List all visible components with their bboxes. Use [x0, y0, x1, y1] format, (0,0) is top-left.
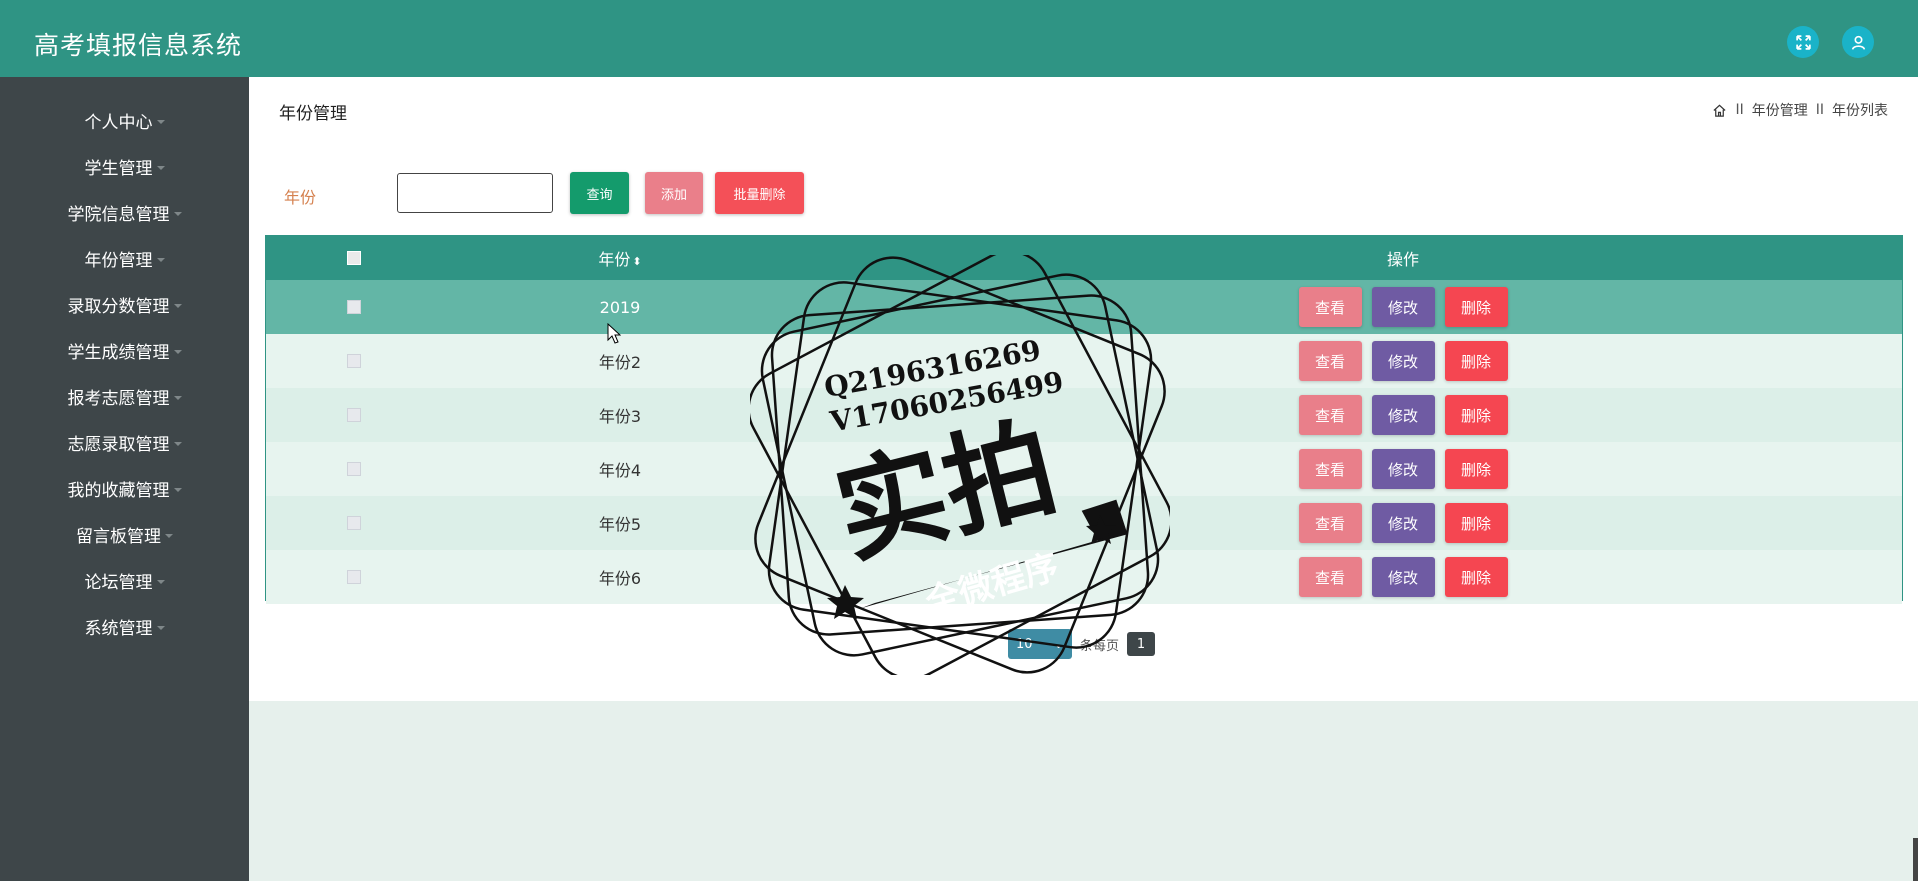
row-checkbox[interactable] [347, 408, 361, 422]
year-table: 年份 ⬍ 操作 2019 查看 修改 删除 年份2 查看 修改 删除 年份3 查… [265, 235, 1903, 604]
batch-delete-button[interactable]: 批量删除 [715, 172, 804, 214]
home-icon[interactable] [1712, 103, 1727, 118]
delete-button[interactable]: 删除 [1444, 341, 1508, 381]
page-title: 年份管理 [279, 104, 347, 124]
page-number-current[interactable]: 1 [1127, 632, 1156, 656]
user-icon [1851, 35, 1865, 50]
sidebar-item-personal-center[interactable]: 个人中心 [0, 97, 249, 143]
row-checkbox[interactable] [347, 516, 361, 530]
breadcrumb-separator: II [1815, 102, 1824, 118]
scrollbar-thumb[interactable] [1913, 838, 1918, 881]
table-row[interactable]: 年份3 查看 修改 删除 [266, 388, 1902, 442]
year-cell: 2019 [599, 297, 641, 317]
breadcrumb: II 年份管理 II 年份列表 [1712, 100, 1888, 120]
year-search-input[interactable] [397, 173, 553, 213]
chevron-down-icon: ⌄ [1053, 636, 1064, 652]
sort-icon[interactable]: ⬍ [632, 255, 641, 268]
table-row[interactable]: 2019 查看 修改 删除 [266, 280, 1902, 334]
delete-button[interactable]: 删除 [1444, 395, 1508, 435]
breadcrumb-item-year-management[interactable]: 年份管理 [1752, 100, 1808, 120]
caret-down-icon [173, 350, 182, 354]
sidebar-item-admission[interactable]: 志愿录取管理 [0, 419, 249, 465]
caret-down-icon [173, 488, 182, 492]
top-bar: 高考填报信息系统 [0, 0, 1918, 77]
caret-down-icon [173, 396, 182, 400]
select-all-checkbox[interactable] [347, 251, 361, 265]
sidebar: 个人中心 学生管理 学院信息管理 年份管理 录取分数管理 学生成绩管理 报考志愿… [0, 77, 249, 881]
pagination: 10 ⌄ 条每页 1 [1008, 629, 1156, 659]
view-button[interactable]: 查看 [1298, 287, 1362, 327]
caret-down-icon [156, 580, 165, 584]
row-checkbox[interactable] [347, 570, 361, 584]
table-header: 年份 ⬍ 操作 [266, 236, 1902, 280]
year-cell: 年份3 [598, 407, 642, 426]
column-header-year[interactable]: 年份 ⬍ [520, 246, 720, 270]
sidebar-item-student-score[interactable]: 学生成绩管理 [0, 327, 249, 373]
edit-button[interactable]: 修改 [1371, 503, 1435, 543]
sidebar-item-year[interactable]: 年份管理 [0, 235, 249, 281]
sidebar-item-message-board[interactable]: 留言板管理 [0, 511, 249, 557]
edit-button[interactable]: 修改 [1371, 395, 1435, 435]
breadcrumb-separator: II [1735, 102, 1744, 118]
edit-button[interactable]: 修改 [1371, 449, 1435, 489]
year-cell: 年份6 [598, 569, 642, 588]
caret-down-icon [173, 212, 182, 216]
column-header-actions: 操作 [1386, 250, 1419, 269]
fullscreen-button[interactable] [1787, 26, 1819, 58]
view-button[interactable]: 查看 [1298, 557, 1362, 597]
delete-button[interactable]: 删除 [1444, 503, 1508, 543]
delete-button[interactable]: 删除 [1444, 287, 1508, 327]
table-row[interactable]: 年份4 查看 修改 删除 [266, 442, 1902, 496]
edit-button[interactable]: 修改 [1371, 557, 1435, 597]
sidebar-item-system[interactable]: 系统管理 [0, 603, 249, 649]
breadcrumb-item-year-list: 年份列表 [1832, 103, 1888, 119]
user-button[interactable] [1842, 26, 1874, 58]
query-button[interactable]: 查询 [570, 172, 629, 214]
delete-button[interactable]: 删除 [1444, 557, 1508, 597]
row-checkbox[interactable] [347, 300, 361, 314]
table-row[interactable]: 年份6 查看 修改 删除 [266, 550, 1902, 604]
add-button[interactable]: 添加 [645, 172, 703, 214]
table-row[interactable]: 年份2 查看 修改 删除 [266, 334, 1902, 388]
edit-button[interactable]: 修改 [1371, 287, 1435, 327]
row-checkbox[interactable] [347, 462, 361, 476]
sidebar-item-forum[interactable]: 论坛管理 [0, 557, 249, 603]
delete-button[interactable]: 删除 [1444, 449, 1508, 489]
caret-down-icon [173, 442, 182, 446]
sidebar-item-college[interactable]: 学院信息管理 [0, 189, 249, 235]
caret-down-icon [156, 258, 165, 262]
view-button[interactable]: 查看 [1298, 395, 1362, 435]
per-page-label: 条每页 [1080, 638, 1120, 654]
table-row[interactable]: 年份5 查看 修改 删除 [266, 496, 1902, 550]
page-size-select[interactable]: 10 ⌄ [1008, 629, 1072, 659]
caret-down-icon [156, 626, 165, 630]
caret-down-icon [165, 534, 173, 538]
year-cell: 年份4 [598, 461, 642, 480]
app-title: 高考填报信息系统 [34, 31, 243, 60]
sidebar-item-application[interactable]: 报考志愿管理 [0, 373, 249, 419]
view-button[interactable]: 查看 [1298, 341, 1362, 381]
view-button[interactable]: 查看 [1298, 449, 1362, 489]
main-panel: 年份管理 II 年份管理 II 年份列表 年份 查询 添加 批量删除 年份 ⬍ 操… [249, 77, 1918, 701]
edit-button[interactable]: 修改 [1371, 341, 1435, 381]
caret-down-icon [156, 166, 165, 170]
caret-down-icon [173, 304, 182, 308]
mouse-cursor-icon [607, 323, 621, 344]
year-cell: 年份2 [598, 353, 642, 372]
search-label: 年份 [284, 188, 317, 207]
row-checkbox[interactable] [347, 354, 361, 368]
select-all-cell [347, 251, 361, 265]
sidebar-item-admission-score[interactable]: 录取分数管理 [0, 281, 249, 327]
view-button[interactable]: 查看 [1298, 503, 1362, 543]
expand-icon [1795, 34, 1811, 50]
caret-down-icon [156, 120, 165, 124]
sidebar-item-favorites[interactable]: 我的收藏管理 [0, 465, 249, 511]
sidebar-item-student[interactable]: 学生管理 [0, 143, 249, 189]
year-cell: 年份5 [598, 515, 642, 534]
